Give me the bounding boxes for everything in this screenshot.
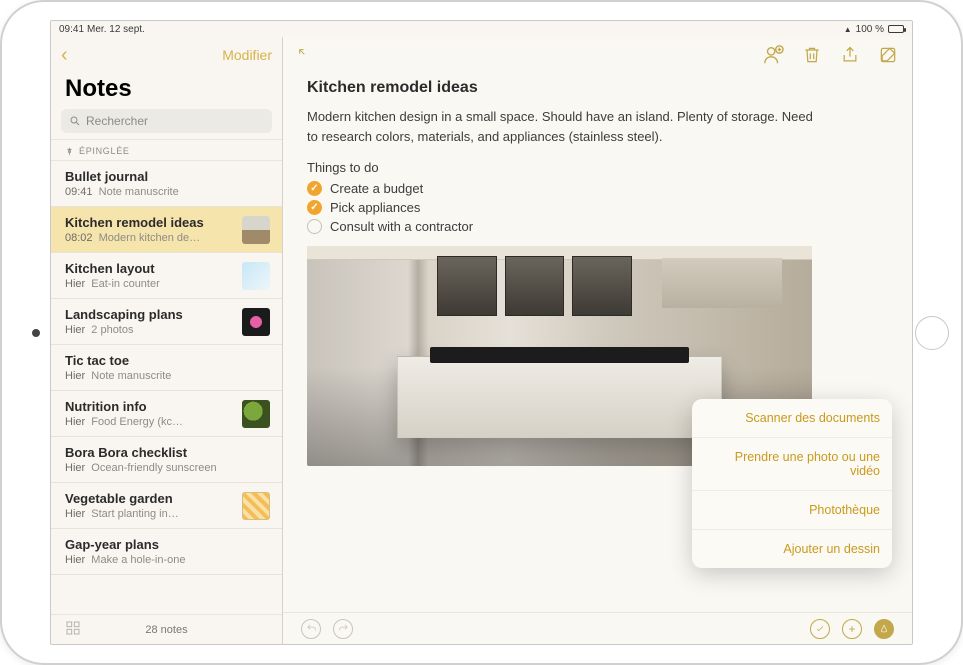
note-row-title: Gap-year plans bbox=[65, 537, 270, 552]
attach-popover: Scanner des documentsPrendre une photo o… bbox=[692, 399, 892, 568]
note-row[interactable]: Vegetable garden Hier Start planting in… bbox=[51, 483, 282, 529]
compose-button[interactable] bbox=[878, 45, 898, 65]
note-row[interactable]: Kitchen layout Hier Eat-in counter bbox=[51, 253, 282, 299]
note-row-subtitle: 08:02 Modern kitchen de… bbox=[65, 232, 234, 244]
todo-label: Consult with a contractor bbox=[330, 219, 473, 234]
note-row-subtitle: Hier Eat-in counter bbox=[65, 278, 234, 290]
note-row-thumb bbox=[242, 400, 270, 428]
wifi-icon bbox=[844, 24, 852, 35]
todo-list: Create a budget Pick appliances Consult wi… bbox=[307, 179, 888, 236]
note-row[interactable]: Tic tac toe Hier Note manuscrite bbox=[51, 345, 282, 391]
back-button[interactable]: ‹ bbox=[61, 44, 68, 67]
home-button[interactable] bbox=[915, 316, 949, 350]
notes-count: 28 notes bbox=[81, 624, 252, 636]
note-row[interactable]: Landscaping plans Hier 2 photos bbox=[51, 299, 282, 345]
note-row[interactable]: Gap-year plans Hier Make a hole-in-one bbox=[51, 529, 282, 575]
search-icon bbox=[69, 115, 81, 127]
view-mode-button[interactable] bbox=[65, 620, 81, 639]
notes-list: Bullet journal 09:41 Note manuscrite Kitch… bbox=[51, 161, 282, 614]
note-row-title: Nutrition info bbox=[65, 399, 234, 414]
note-row-thumb bbox=[242, 308, 270, 336]
device-camera bbox=[32, 329, 40, 337]
note-row-thumb bbox=[242, 262, 270, 290]
note-row[interactable]: Kitchen remodel ideas 08:02 Modern kitche… bbox=[51, 207, 282, 253]
note-row-subtitle: Hier Note manuscrite bbox=[65, 370, 270, 382]
checkbox-unchecked-icon[interactable] bbox=[307, 219, 322, 234]
todo-label: Pick appliances bbox=[330, 200, 420, 215]
add-person-button[interactable] bbox=[762, 44, 784, 66]
pin-icon bbox=[65, 147, 74, 156]
checkbox-checked-icon[interactable] bbox=[307, 181, 322, 196]
sidebar: ‹ Modifier Notes Rechercher ÉPINGLÉE Bul… bbox=[51, 37, 283, 644]
screen: 09:41 Mer. 12 sept. 100 % ‹ Modifier Not… bbox=[50, 20, 913, 645]
note-row-title: Bora Bora checklist bbox=[65, 445, 270, 460]
note-row-title: Kitchen remodel ideas bbox=[65, 215, 234, 230]
note-row-subtitle: Hier Food Energy (kc… bbox=[65, 416, 234, 428]
popover-item[interactable]: Scanner des documents bbox=[692, 399, 892, 438]
note-row-subtitle: Hier Make a hole-in-one bbox=[65, 554, 270, 566]
editor-toolbar bbox=[283, 37, 912, 73]
note-content[interactable]: Kitchen remodel ideas Modern kitchen des… bbox=[283, 73, 912, 612]
popover-item[interactable]: Prendre une photo ou une vidéo bbox=[692, 438, 892, 491]
note-row-title: Bullet journal bbox=[65, 169, 270, 184]
note-row-subtitle: Hier Start planting in… bbox=[65, 508, 234, 520]
note-row-subtitle: Hier Ocean-friendly sunscreen bbox=[65, 462, 270, 474]
note-row-subtitle: Hier 2 photos bbox=[65, 324, 234, 336]
note-row-title: Landscaping plans bbox=[65, 307, 234, 322]
note-row-thumb bbox=[242, 492, 270, 520]
markup-button[interactable] bbox=[874, 619, 894, 639]
status-bar: 09:41 Mer. 12 sept. 100 % bbox=[51, 21, 912, 37]
note-row-thumb bbox=[242, 216, 270, 244]
todo-item[interactable]: Create a budget bbox=[307, 179, 888, 198]
attach-button[interactable]: + bbox=[842, 619, 862, 639]
todo-label: Create a budget bbox=[330, 181, 423, 196]
note-editor: Kitchen remodel ideas Modern kitchen des… bbox=[283, 37, 912, 644]
status-date: Mer. 12 sept. bbox=[87, 24, 145, 35]
note-row[interactable]: Nutrition info Hier Food Energy (kc… bbox=[51, 391, 282, 437]
search-placeholder: Rechercher bbox=[86, 114, 148, 128]
todo-item[interactable]: Consult with a contractor bbox=[307, 217, 888, 236]
battery-text: 100 % bbox=[856, 24, 884, 35]
expand-icon[interactable] bbox=[297, 47, 313, 63]
popover-item[interactable]: Ajouter un dessin bbox=[692, 530, 892, 568]
note-row-title: Vegetable garden bbox=[65, 491, 234, 506]
popover-item[interactable]: Photothèque bbox=[692, 491, 892, 530]
status-time: 09:41 bbox=[59, 24, 84, 35]
share-button[interactable] bbox=[840, 45, 860, 65]
note-title: Kitchen remodel ideas bbox=[307, 79, 888, 97]
ipad-device-frame: 09:41 Mer. 12 sept. 100 % ‹ Modifier Not… bbox=[0, 0, 963, 665]
note-row[interactable]: Bullet journal 09:41 Note manuscrite bbox=[51, 161, 282, 207]
note-row[interactable]: Bora Bora checklist Hier Ocean-friendly s… bbox=[51, 437, 282, 483]
todo-item[interactable]: Pick appliances bbox=[307, 198, 888, 217]
note-body-text: Modern kitchen design in a small space. … bbox=[307, 107, 817, 146]
note-row-subtitle: 09:41 Note manuscrite bbox=[65, 186, 270, 198]
battery-icon bbox=[888, 25, 904, 33]
note-row-title: Tic tac toe bbox=[65, 353, 270, 368]
note-row-title: Kitchen layout bbox=[65, 261, 234, 276]
note-subhead: Things to do bbox=[307, 160, 888, 175]
checklist-button[interactable] bbox=[810, 619, 830, 639]
editor-footer: + bbox=[283, 612, 912, 644]
undo-button[interactable] bbox=[301, 619, 321, 639]
delete-button[interactable] bbox=[802, 45, 822, 65]
pinned-section-header: ÉPINGLÉE bbox=[51, 139, 282, 161]
search-input[interactable]: Rechercher bbox=[61, 109, 272, 133]
checkbox-checked-icon[interactable] bbox=[307, 200, 322, 215]
edit-button[interactable]: Modifier bbox=[222, 47, 272, 63]
sidebar-title: Notes bbox=[51, 73, 282, 109]
redo-button[interactable] bbox=[333, 619, 353, 639]
